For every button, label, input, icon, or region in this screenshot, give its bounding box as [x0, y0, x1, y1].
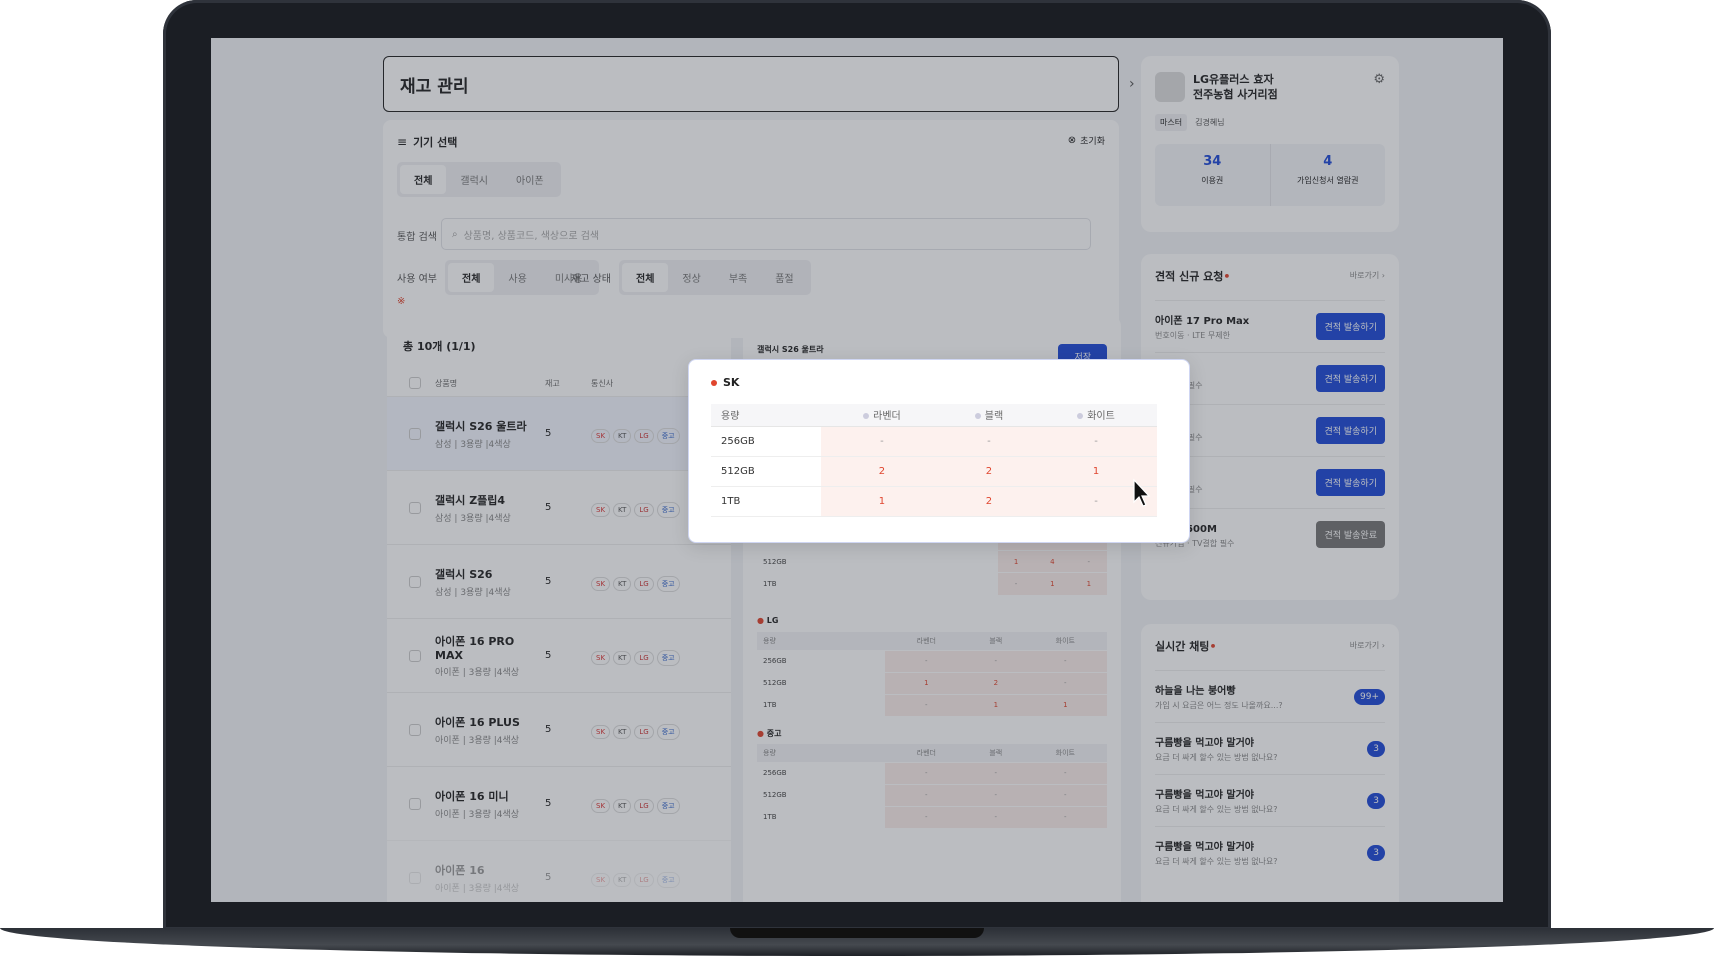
col-white: 화이트: [1087, 411, 1115, 423]
stock-cell[interactable]: -: [1035, 426, 1157, 457]
capacity-cell: 256GB: [711, 426, 821, 457]
stock-cell[interactable]: 1: [821, 486, 943, 517]
stock-cell[interactable]: -: [942, 426, 1036, 457]
col-black: 블랙: [984, 411, 1004, 423]
stock-cell[interactable]: 2: [942, 456, 1036, 487]
stock-cell[interactable]: 2: [821, 456, 943, 487]
modal-stock-table: 용량 라벤더 블랙 화이트 256GB - - -512GB 2 2 1 1TB 1 2-: [711, 404, 1157, 517]
capacity-cell: 1TB: [711, 486, 821, 517]
stock-cell[interactable]: -: [821, 426, 943, 457]
col-capacity: 용량: [711, 404, 821, 427]
mouse-cursor-icon: [1133, 478, 1151, 507]
carrier-stock-modal: SK 용량 라벤더 블랙 화이트 256GB - - -512GB 2 2 1 1TB 1 2-: [688, 359, 1190, 543]
capacity-cell: 512GB: [711, 456, 821, 487]
laptop-notch: [730, 928, 984, 938]
modal-carrier: SK: [723, 376, 740, 389]
col-lavender: 라벤더: [873, 411, 901, 423]
carrier-dot-icon: [711, 379, 717, 386]
stock-cell[interactable]: 2: [942, 486, 1036, 517]
